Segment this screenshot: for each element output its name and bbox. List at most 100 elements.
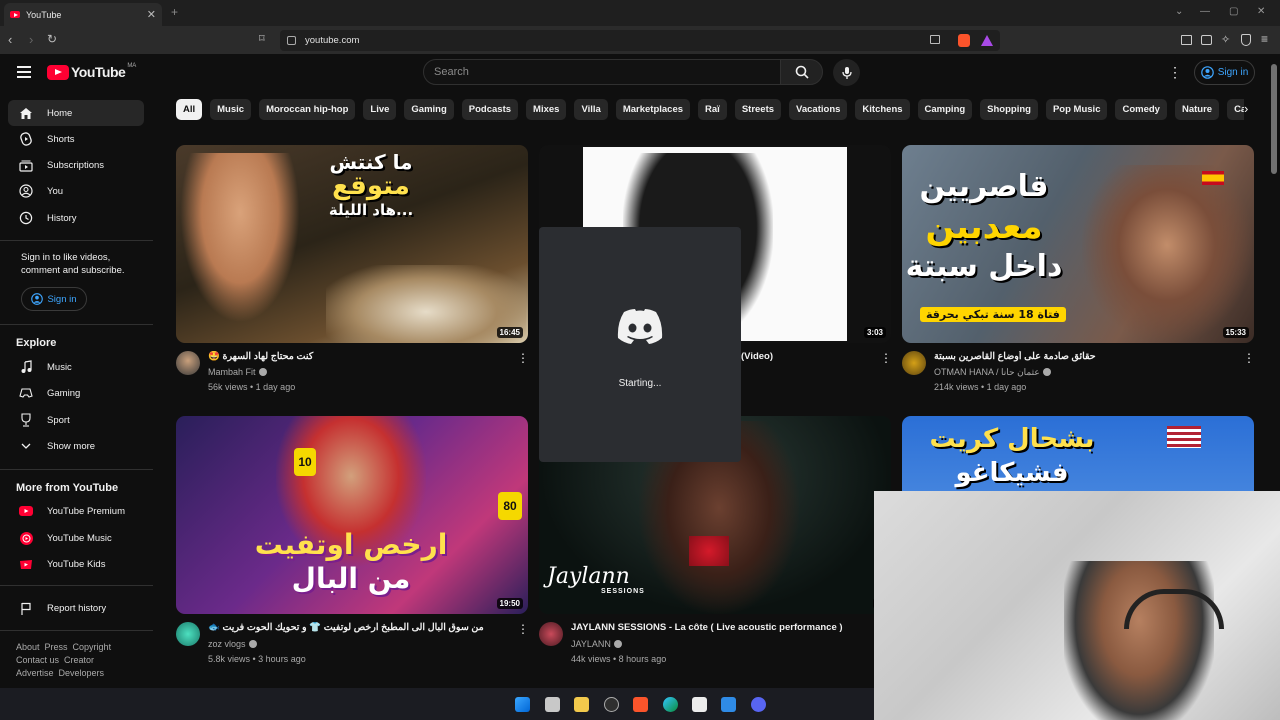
chip[interactable]: Villa — [574, 99, 608, 120]
task-view-icon[interactable] — [545, 697, 560, 712]
obs-icon[interactable] — [604, 697, 619, 712]
brave-browser-icon[interactable] — [633, 697, 648, 712]
chip[interactable]: Mixes — [526, 99, 567, 120]
footer-link[interactable]: Press — [45, 642, 68, 652]
channel-avatar[interactable] — [539, 622, 563, 646]
sidebar-item-subscriptions[interactable]: Subscriptions — [8, 152, 144, 178]
sidebar-item-youtube-music[interactable]: YouTube Music — [8, 525, 144, 551]
chip[interactable]: Raï — [698, 99, 727, 120]
footer-link[interactable]: Contact us — [16, 655, 59, 665]
chip[interactable]: Shopping — [980, 99, 1038, 120]
chip[interactable]: Nature — [1174, 99, 1220, 120]
sidebar-item-shorts[interactable]: Shorts — [8, 126, 144, 152]
browser-menu-icon[interactable]: ≡ — [1261, 32, 1268, 46]
forward-icon[interactable]: › — [29, 32, 33, 47]
chip[interactable]: Moroccan hip-hop — [259, 99, 356, 120]
chip[interactable]: Music — [210, 99, 252, 120]
youtube-logo[interactable]: YouTube MA — [47, 63, 136, 80]
windows-start-icon[interactable] — [515, 697, 530, 712]
video-menu-icon[interactable]: ⋮ — [517, 351, 529, 365]
signin-button[interactable]: Sign in — [1194, 60, 1255, 85]
channel-avatar[interactable] — [176, 622, 200, 646]
reload-icon[interactable]: ↻ — [47, 32, 57, 46]
page-scrollbar[interactable] — [1271, 64, 1277, 174]
mail-icon[interactable] — [721, 697, 736, 712]
video-menu-icon[interactable]: ⋮ — [1243, 351, 1255, 365]
channel-avatar[interactable] — [902, 351, 926, 375]
sidebar-item-sport[interactable]: Sport — [8, 407, 144, 433]
sidebar-toggle-icon[interactable] — [1181, 35, 1192, 45]
video-title[interactable]: من سوق البال الى المطبخ ارخص لوتفيت 👕 و … — [208, 622, 508, 633]
chip[interactable]: Live — [363, 99, 397, 120]
video-thumbnail[interactable]: ما كنتش متوقع هاد الليلة... 16:45 — [176, 145, 528, 343]
video-menu-icon[interactable]: ⋮ — [880, 351, 892, 365]
bookmark-icon[interactable]: ⌑ — [259, 32, 265, 45]
chip[interactable]: Podcasts — [461, 99, 519, 120]
minimize-icon[interactable]: — — [1200, 6, 1210, 17]
search-button[interactable] — [780, 59, 823, 85]
chip[interactable]: Camping — [917, 99, 973, 120]
search-input[interactable]: Search — [423, 59, 781, 85]
channel-avatar[interactable] — [176, 351, 200, 375]
browser-tab[interactable]: YouTube ✕ — [4, 3, 162, 26]
sidebar-item-music[interactable]: Music — [8, 354, 144, 380]
chip[interactable]: Streets — [734, 99, 782, 120]
brave-rewards-icon[interactable] — [981, 35, 993, 46]
tab-search-icon[interactable]: ⌄ — [1175, 6, 1183, 17]
footer-link[interactable]: Copyright — [73, 642, 112, 652]
channel-name[interactable]: JAYLANN — [571, 639, 611, 649]
vpn-icon[interactable] — [1241, 34, 1251, 46]
footer-link[interactable]: Advertise — [16, 668, 54, 678]
channel-name[interactable]: zoz vlogs — [208, 639, 246, 649]
brave-shields-icon[interactable] — [958, 34, 970, 47]
maximize-icon[interactable]: ▢ — [1229, 6, 1238, 17]
sidebar-item-youtube-kids[interactable]: YouTube Kids — [8, 551, 144, 577]
tab-close-icon[interactable]: ✕ — [147, 8, 156, 21]
sidebar-item-you[interactable]: You — [8, 178, 144, 204]
show-more-button[interactable]: Show more — [8, 433, 144, 459]
sidebar-item-home[interactable]: Home — [8, 100, 144, 126]
footer-link[interactable]: Developers — [59, 668, 105, 678]
edge-icon[interactable] — [663, 697, 678, 712]
wallet-icon[interactable] — [1201, 35, 1212, 45]
video-menu-icon[interactable]: ⋮ — [517, 622, 529, 636]
channel-name[interactable]: OTMAN HANA / عثمان حانا — [934, 367, 1040, 377]
back-icon[interactable]: ‹ — [8, 32, 12, 47]
chip[interactable]: Vacations — [789, 99, 848, 120]
address-bar[interactable]: youtube.com — [280, 30, 1000, 51]
channel-name[interactable]: Mambah Fit — [208, 367, 256, 377]
window-close-icon[interactable]: ✕ — [1257, 6, 1265, 17]
chip-next-arrow-icon[interactable]: › — [1244, 101, 1248, 116]
chip[interactable]: Comedy — [1115, 99, 1167, 120]
video-title[interactable]: (Video) — [741, 351, 861, 362]
sidebar-item-report-history[interactable]: Report history — [8, 595, 144, 621]
cast-icon[interactable] — [930, 35, 940, 44]
footer-link[interactable]: Creator — [64, 655, 94, 665]
video-title[interactable]: حقائق صادمة على أوضاع القاصرين بسبتة — [934, 351, 1214, 362]
video-title[interactable]: JAYLANN SESSIONS - La côte ( Live acoust… — [571, 622, 871, 633]
sidebar-item-gaming[interactable]: Gaming — [8, 380, 144, 406]
chip[interactable]: Cars — [1227, 99, 1244, 120]
guide-menu-icon[interactable] — [17, 66, 31, 78]
video-thumbnail[interactable]: قاصريين معدبين داخل سبتة فتاة 18 سنة تبك… — [902, 145, 1254, 343]
discord-taskbar-icon[interactable] — [751, 697, 766, 712]
chip[interactable]: Pop Music — [1045, 99, 1108, 120]
chip[interactable]: Gaming — [404, 99, 454, 120]
video-title[interactable]: كنت محتاج لهاد السهرة 🤩 — [208, 351, 508, 362]
site-settings-icon[interactable] — [287, 36, 296, 45]
chip[interactable]: All — [176, 99, 203, 120]
video-thumbnail[interactable]: 10 80 ارخص اوتفيت من البال 19:50 — [176, 416, 528, 614]
sidebar-signin-button[interactable]: Sign in — [21, 287, 87, 311]
settings-kebab-icon[interactable]: ⋮ — [1168, 64, 1182, 81]
voice-search-button[interactable] — [833, 59, 860, 86]
discord-status: Starting... — [618, 378, 662, 389]
sidebar-item-history[interactable]: History — [8, 205, 144, 231]
file-explorer-icon[interactable] — [574, 697, 589, 712]
footer-link[interactable]: About — [16, 642, 40, 652]
chip[interactable]: Marketplaces — [615, 99, 691, 120]
store-icon[interactable] — [692, 697, 707, 712]
leo-ai-icon[interactable]: ✧ — [1221, 33, 1230, 46]
sidebar-item-youtube-premium[interactable]: YouTube Premium — [8, 498, 144, 524]
chip[interactable]: Kitchens — [855, 99, 910, 120]
new-tab-icon[interactable]: + — [171, 5, 178, 19]
